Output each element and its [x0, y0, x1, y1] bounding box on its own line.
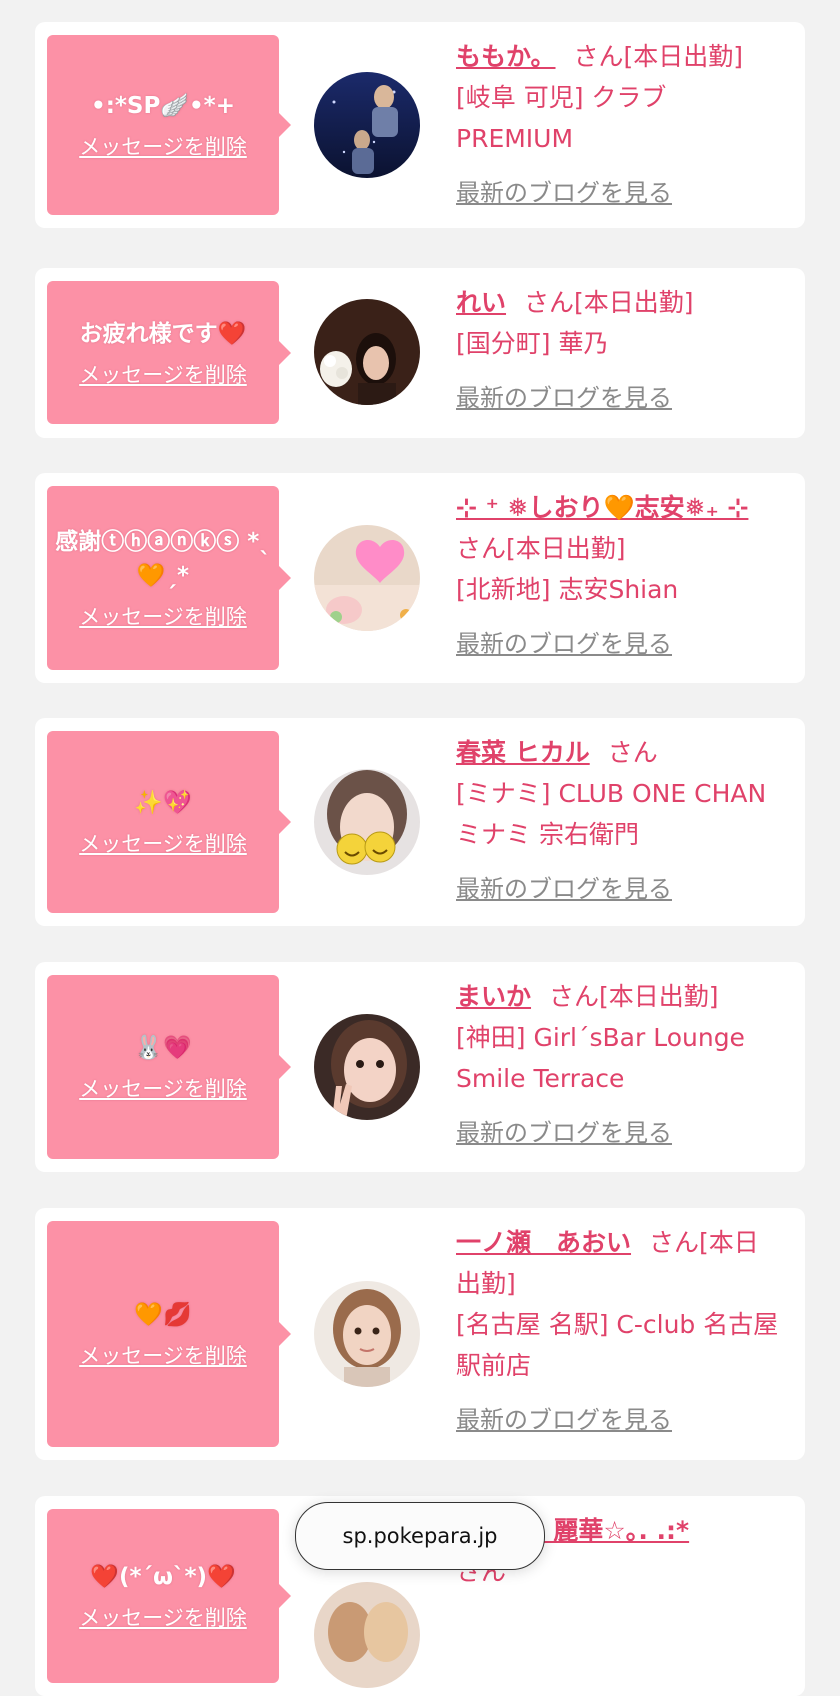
delete-message-link[interactable]: メッセージを削除 [79, 359, 247, 389]
heart-covered-face-avatar[interactable] [314, 525, 420, 631]
message-text: お疲れ様です❤️ [79, 320, 247, 347]
message-bubble: ✨💖 メッセージを削除 [47, 731, 291, 913]
latest-blog-link[interactable]: 最新のブログを見る [456, 1400, 783, 1441]
latest-blog-link[interactable]: 最新のブログを見る [456, 624, 783, 665]
message-text: ✨💖 [134, 790, 192, 816]
message-bubble: 感謝ⓣⓗⓐⓝⓚⓢ *ˎ🧡ˏ* メッセージを削除 [47, 486, 291, 670]
delete-message-link[interactable]: メッセージを削除 [79, 601, 247, 631]
message-card: 🐰💗 メッセージを削除 まいか さん[本日出勤] [神田] Girl´sBar L… [35, 962, 805, 1172]
url-text: sp.pokepara.jp [342, 1524, 498, 1548]
message-bubble: 🧡💋 メッセージを削除 [47, 1221, 291, 1447]
message-card: 感謝ⓣⓗⓐⓝⓚⓢ *ˎ🧡ˏ* メッセージを削除 ⊹ ⁺ ❅しおり🧡志安❅₊ ⊹ … [35, 473, 805, 683]
smiley-covered-face-avatar[interactable] [314, 769, 420, 875]
message-text: 感謝ⓣⓗⓐⓝⓚⓢ *ˎ🧡ˏ* [55, 529, 271, 589]
night-photo-avatar[interactable] [314, 72, 420, 178]
message-bubble: ❤️(*´ω`*)❤️ メッセージを削除 [47, 1509, 291, 1683]
shop-name: [神田] Girl´sBar Lounge Smile Terrace [456, 1023, 745, 1093]
latest-blog-link[interactable]: 最新のブログを見る [456, 1113, 783, 1154]
browser-url-bar[interactable]: sp.pokepara.jp [295, 1502, 545, 1570]
cast-info: まいか さん[本日出勤] [神田] Girl´sBar Lounge Smile … [456, 976, 783, 1154]
shop-name: [北新地] 志安Shian [456, 575, 679, 604]
cast-name-link[interactable]: ももか。 [456, 42, 556, 71]
cast-name-link[interactable]: ⊹ ⁺ ❅しおり🧡志安❅₊ ⊹ [456, 493, 748, 522]
shop-name: [国分町] 華乃 [456, 329, 609, 358]
honorific: さん [524, 288, 575, 317]
work-status: [本日出勤] [599, 982, 719, 1011]
work-status: [本日出勤] [506, 534, 626, 563]
work-status: [本日出勤] [574, 288, 694, 317]
message-card: 🧡💋 メッセージを削除 一ノ瀬 あおい さん[本日出勤] [名古屋 名駅] C-c… [35, 1208, 805, 1460]
cast-name-link[interactable]: まいか [456, 982, 531, 1011]
delete-message-link[interactable]: メッセージを削除 [79, 1602, 247, 1632]
delete-message-link[interactable]: メッセージを削除 [79, 131, 247, 161]
honorific: さん [607, 738, 658, 767]
message-text: ❤️(*´ω`*)❤️ [90, 1564, 236, 1590]
cast-name-link[interactable]: れい [456, 288, 506, 317]
cast-info: 一ノ瀬 あおい さん[本日出勤] [名古屋 名駅] C-club 名古屋駅前店 最… [456, 1222, 783, 1441]
message-text: 🧡💋 [134, 1302, 192, 1328]
delete-message-link[interactable]: メッセージを削除 [79, 1073, 247, 1103]
woman-portrait-avatar[interactable] [314, 1281, 420, 1387]
message-card: ✨💖 メッセージを削除 春菜 ヒカル さん [ミナミ] CLUB ONE CHAN… [35, 718, 805, 926]
two-women-avatar[interactable] [314, 1582, 420, 1688]
latest-blog-link[interactable]: 最新のブログを見る [456, 378, 783, 419]
work-status: [本日出勤] [623, 42, 744, 71]
delete-message-link[interactable]: メッセージを削除 [79, 1340, 247, 1370]
cast-info: ⊹ ⁺ ❅しおり🧡志安❅₊ ⊹ さん[本日出勤] [北新地] 志安Shian 最… [456, 487, 783, 665]
peace-sign-avatar[interactable] [314, 1014, 420, 1120]
honorific: さん [456, 534, 507, 563]
delete-message-link[interactable]: メッセージを削除 [79, 828, 247, 858]
message-bubble: 🐰💗 メッセージを削除 [47, 975, 291, 1159]
cast-info: れい さん[本日出勤] [国分町] 華乃 最新のブログを見る [456, 282, 783, 419]
cast-name-link[interactable]: 一ノ瀬 あおい [456, 1228, 631, 1257]
cast-name-link[interactable]: 春菜 ヒカル [456, 738, 590, 767]
message-bubble: •:*SP🪽•*+ メッセージを削除 [47, 35, 291, 215]
honorific: さん [573, 42, 624, 71]
message-text: •:*SP🪽•*+ [91, 93, 235, 119]
cast-info: 春菜 ヒカル さん [ミナミ] CLUB ONE CHAN ミナミ 宗右衛門 最新… [456, 732, 783, 910]
shop-name: [名古屋 名駅] C-club 名古屋駅前店 [456, 1310, 779, 1380]
honorific: さん [549, 982, 600, 1011]
message-card: •:*SP🪽•*+ メッセージを削除 ももか。 さん[本日出勤] [岐阜 可児] … [35, 22, 805, 228]
shop-name: [岐阜 可児] クラブPREMIUM [456, 83, 667, 153]
message-card: お疲れ様です❤️ メッセージを削除 れい さん[本日出勤] [国分町] 華乃 最新… [35, 268, 805, 438]
message-bubble: お疲れ様です❤️ メッセージを削除 [47, 281, 291, 424]
message-text: 🐰💗 [134, 1035, 192, 1061]
latest-blog-link[interactable]: 最新のブログを見る [456, 869, 783, 910]
latest-blog-link[interactable]: 最新のブログを見る [456, 173, 783, 214]
honorific: さん [649, 1228, 700, 1257]
woman-with-flowers-avatar[interactable] [314, 299, 420, 405]
shop-name: [ミナミ] CLUB ONE CHAN ミナミ 宗右衛門 [456, 779, 767, 849]
cast-info: ももか。 さん[本日出勤] [岐阜 可児] クラブPREMIUM 最新のブログを見… [456, 36, 783, 214]
